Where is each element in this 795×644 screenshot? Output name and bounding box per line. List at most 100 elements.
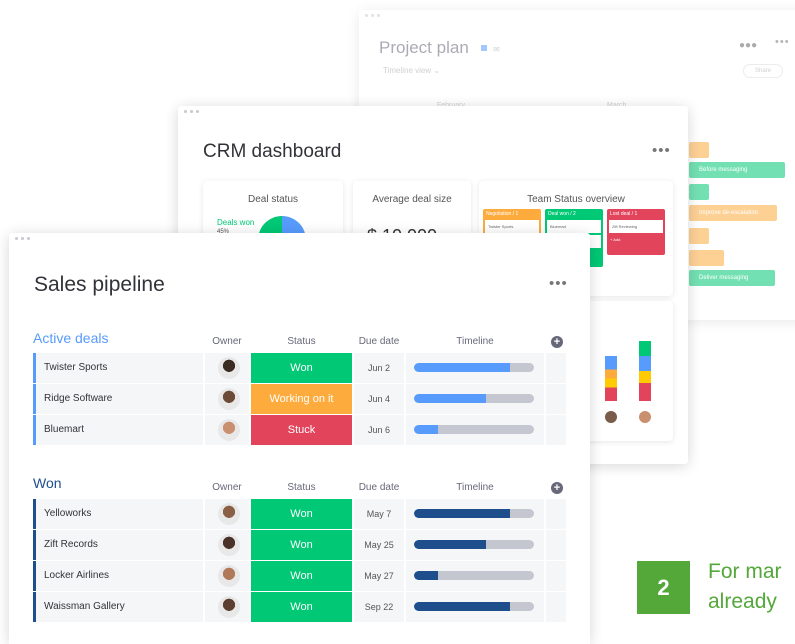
stacked-bar (605, 356, 617, 401)
timeline-cell[interactable] (406, 353, 544, 383)
status-label[interactable]: Won (251, 592, 352, 622)
avatar (218, 357, 240, 379)
timeline-cell[interactable] (406, 530, 544, 560)
step-number-badge: 2 (637, 561, 690, 614)
share-button[interactable]: Share (743, 64, 783, 78)
status-label[interactable]: Working on it (251, 384, 352, 414)
step-caption-line-1: For mar (708, 560, 782, 583)
column-header-owner: Owner (212, 336, 242, 347)
due-date[interactable]: Jun 4 (354, 384, 404, 414)
row-end-cell (546, 530, 566, 560)
timeline-fill (414, 571, 438, 580)
deal-name[interactable]: Bluemart (33, 415, 203, 445)
row-end-cell (546, 384, 566, 414)
timeline-fill (414, 425, 438, 434)
add-column-icon[interactable]: + (551, 336, 563, 348)
owner-cell[interactable] (205, 561, 249, 591)
stacked-bar (639, 341, 651, 401)
status-label[interactable]: Stuck (251, 415, 352, 445)
timeline-track (414, 571, 534, 580)
row-end-cell (546, 415, 566, 445)
sales-pipeline-window: Sales pipeline ••• Active deals Owner St… (9, 233, 590, 644)
owner-cell[interactable] (205, 592, 249, 622)
owner-cell[interactable] (205, 384, 249, 414)
owner-cell[interactable] (205, 530, 249, 560)
deal-name[interactable]: Yelloworks (33, 499, 203, 529)
window-dots (365, 14, 380, 17)
timeline-cell[interactable] (406, 415, 544, 445)
timeline-bar[interactable]: Deliver messaging (689, 270, 775, 286)
kanban-card[interactable]: Zift Reviewing (609, 220, 663, 233)
due-date[interactable]: Sep 22 (354, 592, 404, 622)
avatar (218, 419, 240, 441)
timeline-bar[interactable]: Improve de-escalation (689, 205, 777, 221)
crm-dashboard-title: CRM dashboard (203, 141, 342, 162)
member-avatars: ●●● (739, 40, 758, 51)
group-title-won[interactable]: Won (33, 475, 62, 491)
sales-pipeline-title: Sales pipeline (34, 273, 165, 296)
timeline-track (414, 363, 534, 372)
group-title-active-deals[interactable]: Active deals (33, 330, 108, 346)
timeline-cell[interactable] (406, 499, 544, 529)
deal-name[interactable]: Twister Sports (33, 353, 203, 383)
row-end-cell (546, 353, 566, 383)
timeline-cell[interactable] (406, 561, 544, 591)
deal-name[interactable]: Waissman Gallery (33, 592, 203, 622)
timeline-cell[interactable] (406, 592, 544, 622)
timeline-bar[interactable] (689, 250, 724, 266)
timeline-bar[interactable] (689, 184, 709, 200)
timeline-bar[interactable] (689, 228, 709, 244)
due-date[interactable]: May 25 (354, 530, 404, 560)
timeline-track (414, 394, 534, 403)
column-header-timeline: Timeline (456, 336, 494, 347)
column-header-timeline: Timeline (456, 482, 494, 493)
timeline-cell[interactable] (406, 384, 544, 414)
column-header-due-date: Due date (358, 336, 400, 347)
avatar (218, 388, 240, 410)
status-label[interactable]: Won (251, 353, 352, 383)
timeline-fill (414, 509, 510, 518)
window-dots (184, 110, 199, 113)
add-column-icon[interactable]: + (551, 482, 563, 494)
timeline-fill (414, 363, 510, 372)
timeline-bar[interactable] (689, 142, 709, 158)
kanban-column-lost-deal[interactable]: Lost deal / 1 Zift Reviewing + Add (607, 209, 665, 255)
row-end-cell (546, 592, 566, 622)
due-date[interactable]: May 27 (354, 561, 404, 591)
column-header-owner: Owner (212, 482, 242, 493)
due-date[interactable]: Jun 6 (354, 415, 404, 445)
timeline-bar[interactable]: Before messaging (689, 162, 785, 178)
column-header-status: Status (287, 336, 316, 347)
kanban-card[interactable]: Twister Sports (485, 220, 539, 233)
deals-won-legend: Deals won (217, 218, 255, 227)
timeline-track (414, 509, 534, 518)
deal-status-title: Deal status (247, 194, 299, 205)
more-icon[interactable]: ••• (652, 142, 671, 159)
status-label[interactable]: Won (251, 499, 352, 529)
deal-name[interactable]: Locker Airlines (33, 561, 203, 591)
kanban-card[interactable]: Bluemart (547, 220, 601, 233)
deal-name[interactable]: Zift Records (33, 530, 203, 560)
timeline-track (414, 425, 534, 434)
timeline-fill (414, 602, 510, 611)
avatar (218, 596, 240, 618)
board-icon (481, 45, 487, 51)
owner-cell[interactable] (205, 415, 249, 445)
team-status-title: Team Status overview (527, 194, 625, 205)
more-icon[interactable]: ••• (775, 36, 790, 48)
avatar (218, 503, 240, 525)
column-header-due-date: Due date (358, 482, 400, 493)
owner-cell[interactable] (205, 499, 249, 529)
more-icon[interactable]: ••• (549, 275, 568, 292)
status-label[interactable]: Won (251, 530, 352, 560)
due-date[interactable]: Jun 2 (354, 353, 404, 383)
owner-cell[interactable] (205, 353, 249, 383)
deal-name[interactable]: Ridge Software (33, 384, 203, 414)
due-date[interactable]: May 7 (354, 499, 404, 529)
add-item-button[interactable]: + Add (607, 235, 665, 244)
avatar (218, 565, 240, 587)
row-end-cell (546, 561, 566, 591)
avatar (218, 534, 240, 556)
timeline-view-selector[interactable]: Timeline view ⌄ (383, 66, 440, 75)
status-label[interactable]: Won (251, 561, 352, 591)
